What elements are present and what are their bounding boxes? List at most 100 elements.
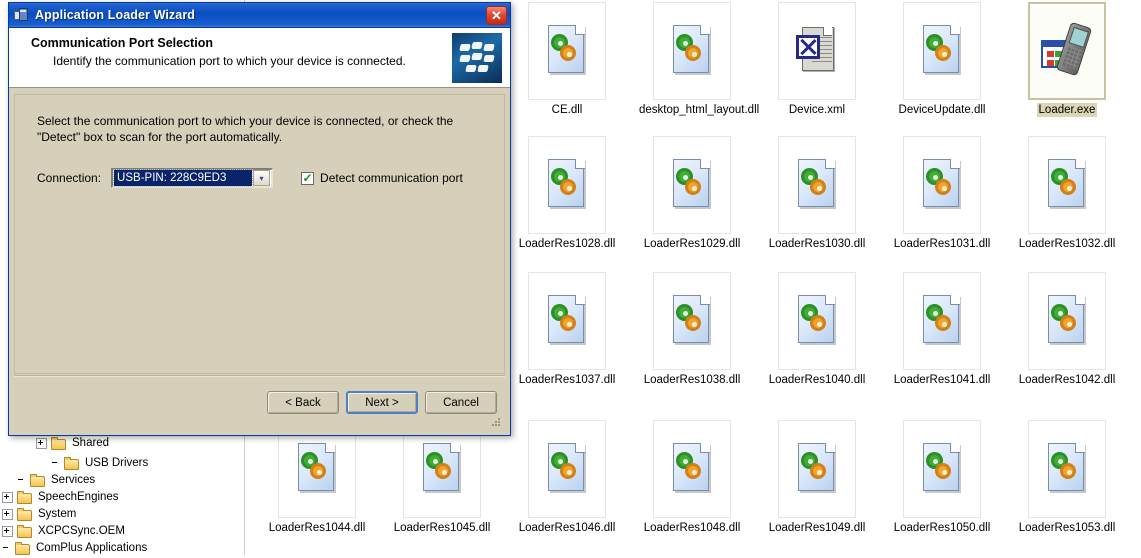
footer-divider-highlight	[14, 376, 505, 377]
file-icon-box[interactable]	[903, 136, 981, 234]
folder-icon	[17, 507, 33, 521]
file-item[interactable]: LoaderRes1048.dll	[637, 420, 747, 536]
file-item[interactable]: LoaderRes1042.dll	[1012, 272, 1122, 388]
file-icon-box[interactable]	[778, 2, 856, 100]
tree-item[interactable]: Shared	[36, 433, 109, 453]
file-item[interactable]: LoaderRes1044.dll	[262, 420, 372, 536]
file-name-label: LoaderRes1031.dll	[893, 238, 991, 250]
file-name-label: desktop_html_layout.dll	[639, 104, 760, 116]
file-icon-box[interactable]	[778, 136, 856, 234]
file-item[interactable]: LoaderRes1031.dll	[887, 136, 997, 252]
expand-plus-icon[interactable]	[2, 508, 13, 520]
file-icon-box[interactable]	[1028, 2, 1106, 100]
file-item[interactable]: Loader.exe	[1012, 2, 1122, 118]
file-item[interactable]: CE.dll	[512, 2, 622, 118]
check-mark: ✓	[302, 171, 313, 185]
wizard-body: Select the communication port to which y…	[14, 94, 505, 374]
file-item[interactable]: LoaderRes1037.dll	[512, 272, 622, 388]
connection-select[interactable]: USB-PIN: 228C9ED3 ▾	[111, 168, 274, 188]
file-icon-box[interactable]	[778, 272, 856, 370]
file-item[interactable]: LoaderRes1049.dll	[762, 420, 872, 536]
file-item[interactable]: Device.xml	[762, 2, 872, 118]
dialog-title-bar[interactable]: Application Loader Wizard ✕	[9, 3, 510, 28]
checkbox-checked-icon[interactable]: ✓	[301, 171, 315, 185]
folder-icon	[64, 456, 80, 470]
back-button[interactable]: < Back	[267, 391, 339, 414]
file-item[interactable]: LoaderRes1030.dll	[762, 136, 872, 252]
wizard-header-banner: Communication Port Selection Identify th…	[9, 28, 510, 88]
file-icon-box[interactable]	[528, 136, 606, 234]
file-name-label: CE.dll	[551, 104, 583, 116]
file-name-label: Loader.exe	[1036, 103, 1098, 117]
dll-gear-icon	[419, 441, 465, 497]
file-item[interactable]: LoaderRes1040.dll	[762, 272, 872, 388]
dll-gear-icon	[1044, 293, 1090, 349]
tree-item[interactable]: ComPlus Applications	[2, 538, 147, 558]
dll-gear-icon	[669, 23, 715, 79]
instructions-text: Select the communication port to which y…	[37, 114, 454, 144]
expand-plus-icon[interactable]	[2, 491, 13, 503]
file-icon-box[interactable]	[903, 272, 981, 370]
file-name-label: LoaderRes1053.dll	[1018, 522, 1116, 534]
file-item[interactable]: LoaderRes1046.dll	[512, 420, 622, 536]
file-icon-box[interactable]	[903, 2, 981, 100]
chevron-down-icon[interactable]: ▾	[253, 170, 271, 186]
dll-gear-icon	[544, 441, 590, 497]
connection-label: Connection:	[37, 171, 102, 185]
file-icon-box[interactable]	[653, 2, 731, 100]
file-icon-box[interactable]	[1028, 272, 1106, 370]
application-loader-wizard-dialog: Application Loader Wizard ✕ Communicatio…	[8, 2, 511, 436]
detect-checkbox-label: Detect communication port	[320, 171, 463, 185]
close-icon[interactable]: ✕	[486, 5, 507, 25]
expand-plus-icon[interactable]	[2, 525, 13, 537]
file-icon-box[interactable]	[653, 420, 731, 518]
file-icon-box[interactable]	[1028, 136, 1106, 234]
tree-item-label: System	[38, 508, 77, 520]
dll-gear-icon	[1044, 157, 1090, 213]
file-item[interactable]: LoaderRes1029.dll	[637, 136, 747, 252]
app-loader-icon	[14, 7, 30, 23]
file-name-label: LoaderRes1045.dll	[393, 522, 491, 534]
dll-gear-icon	[919, 23, 965, 79]
file-name-label: DeviceUpdate.dll	[898, 104, 986, 116]
file-name-label: LoaderRes1032.dll	[1018, 238, 1116, 250]
tree-item-label: SpeechEngines	[38, 491, 119, 503]
xml-document-icon	[794, 23, 840, 79]
file-icon-box[interactable]	[653, 272, 731, 370]
file-item[interactable]: LoaderRes1032.dll	[1012, 136, 1122, 252]
tree-spacer	[2, 544, 11, 553]
file-item[interactable]: LoaderRes1050.dll	[887, 420, 997, 536]
file-item[interactable]: LoaderRes1045.dll	[387, 420, 497, 536]
tree-item-label: Services	[51, 474, 96, 486]
file-item[interactable]: LoaderRes1028.dll	[512, 136, 622, 252]
file-name-label: Device.xml	[788, 104, 846, 116]
file-item[interactable]: desktop_html_layout.dll	[637, 2, 759, 118]
file-name-label: LoaderRes1028.dll	[518, 238, 616, 250]
connection-selected-value: USB-PIN: 228C9ED3	[113, 169, 254, 187]
expand-plus-icon[interactable]	[36, 437, 47, 449]
tree-item-label: USB Drivers	[85, 457, 149, 469]
file-icon-box[interactable]	[528, 420, 606, 518]
file-name-label: LoaderRes1038.dll	[643, 374, 741, 386]
file-icon-box[interactable]	[528, 2, 606, 100]
file-item[interactable]: DeviceUpdate.dll	[887, 2, 997, 118]
file-icon-box[interactable]	[653, 136, 731, 234]
file-icon-box[interactable]	[1028, 420, 1106, 518]
file-item[interactable]: LoaderRes1041.dll	[887, 272, 997, 388]
detect-communication-port-checkbox[interactable]: ✓ Detect communication port	[301, 171, 463, 185]
tree-item-label: XCPCSync.OEM	[38, 525, 125, 537]
next-button[interactable]: Next >	[346, 391, 418, 414]
file-item[interactable]: LoaderRes1053.dll	[1012, 420, 1122, 536]
tree-item-label: Shared	[72, 437, 110, 449]
resize-grip-icon[interactable]	[490, 416, 502, 428]
dll-gear-icon	[544, 157, 590, 213]
dll-gear-icon	[669, 441, 715, 497]
file-icon-box[interactable]	[778, 420, 856, 518]
cancel-button[interactable]: Cancel	[425, 391, 497, 414]
dialog-title: Application Loader Wizard	[35, 8, 196, 22]
file-item[interactable]: LoaderRes1038.dll	[637, 272, 747, 388]
file-icon-box[interactable]	[528, 272, 606, 370]
dll-gear-icon	[1044, 441, 1090, 497]
file-icon-box[interactable]	[903, 420, 981, 518]
file-name-label: LoaderRes1029.dll	[643, 238, 741, 250]
